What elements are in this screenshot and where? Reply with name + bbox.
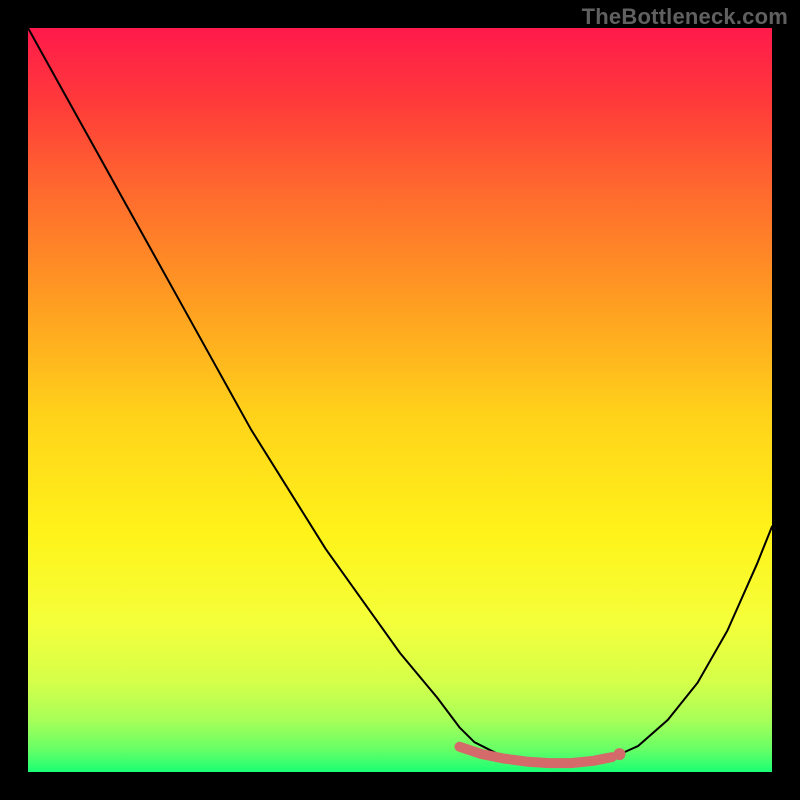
plot-area [28, 28, 772, 772]
optimal-end-dot [613, 748, 625, 760]
watermark-text: TheBottleneck.com [582, 4, 788, 30]
chart-svg [28, 28, 772, 772]
gradient-background [28, 28, 772, 772]
chart-container: TheBottleneck.com [0, 0, 800, 800]
